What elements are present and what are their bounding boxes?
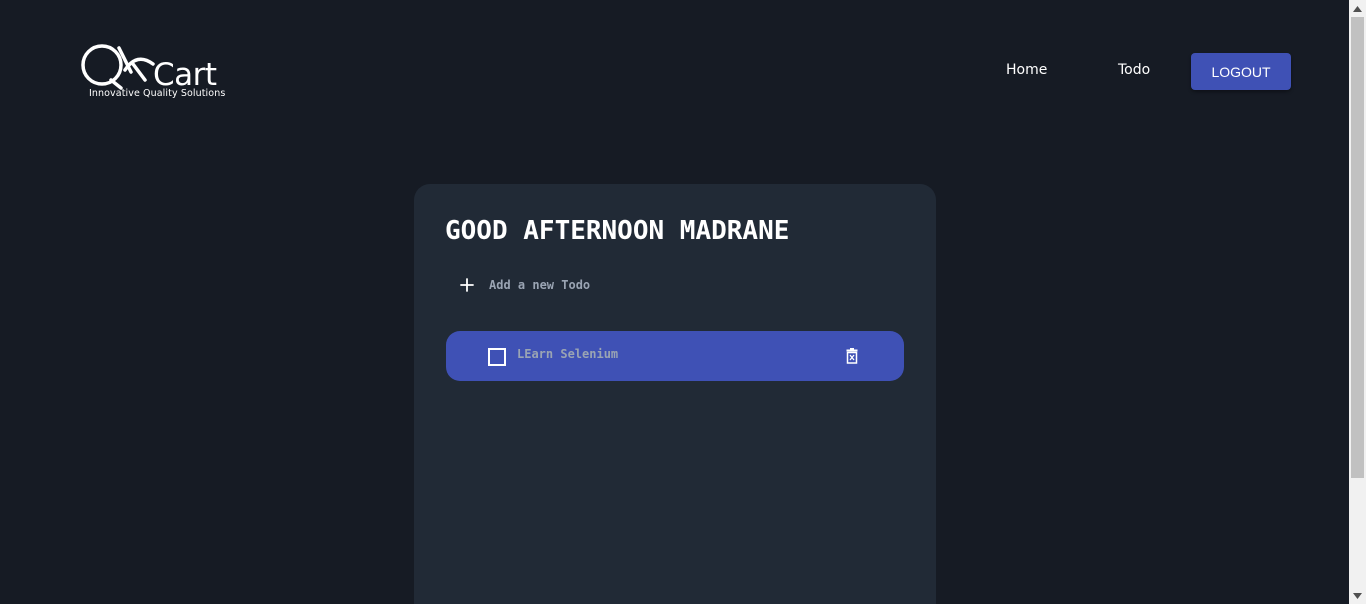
nav-home-link[interactable]: Home xyxy=(1006,62,1047,78)
logout-button[interactable]: LOGOUT xyxy=(1191,53,1291,90)
todo-item: LEarn Selenium xyxy=(446,331,904,381)
trash-icon[interactable] xyxy=(846,348,858,364)
logo-tagline: Innovative Quality Solutions xyxy=(89,88,226,99)
todo-text: LEarn Selenium xyxy=(517,347,619,361)
add-todo-button[interactable]: Add a new Todo xyxy=(458,274,590,296)
plus-icon xyxy=(458,276,476,294)
scrollbar-thumb[interactable] xyxy=(1351,17,1364,478)
vertical-scrollbar[interactable] xyxy=(1349,0,1366,604)
scroll-up-arrow-icon[interactable] xyxy=(1349,0,1366,17)
checkbox-icon[interactable] xyxy=(488,348,506,366)
nav-todo-link[interactable]: Todo xyxy=(1118,62,1150,78)
todo-card: GOOD AFTERNOON MADRANE Add a new Todo LE… xyxy=(414,184,936,604)
scroll-down-arrow-icon[interactable] xyxy=(1349,587,1366,604)
page: Cart Innovative Quality Solutions Home T… xyxy=(0,0,1349,604)
greeting-title: GOOD AFTERNOON MADRANE xyxy=(445,216,790,246)
logo[interactable]: Cart Innovative Quality Solutions xyxy=(81,42,241,104)
add-todo-label: Add a new Todo xyxy=(489,278,591,292)
